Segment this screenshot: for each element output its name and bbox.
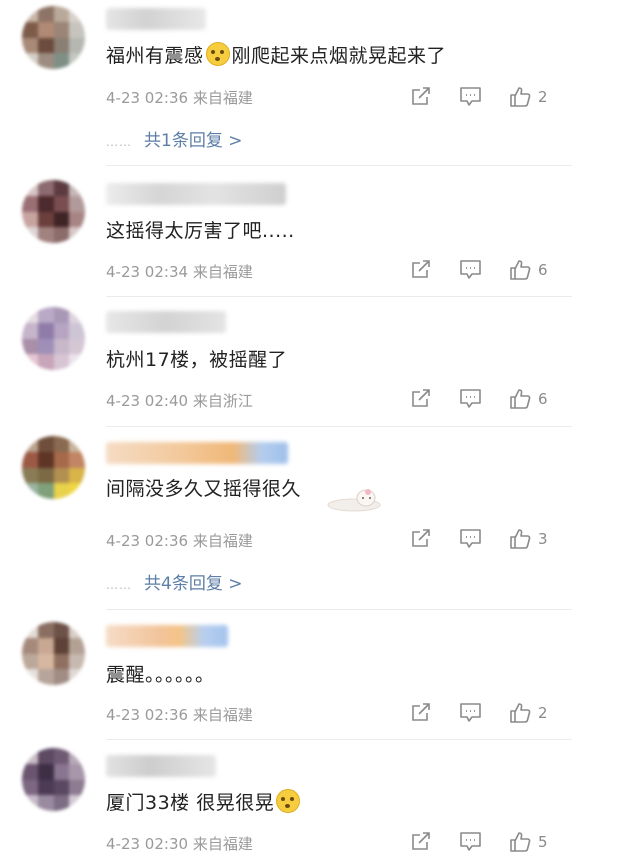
- comment-text: 这摇得太厉害了吧.....: [106, 220, 295, 242]
- repost-icon: [412, 87, 430, 105]
- avatar[interactable]: [22, 748, 85, 811]
- comment-button[interactable]: [459, 701, 482, 723]
- repost-button[interactable]: [410, 387, 432, 409]
- like-count: 6: [538, 261, 548, 279]
- comment-button[interactable]: [459, 387, 482, 409]
- username[interactable]: [106, 8, 206, 30]
- comment-button[interactable]: [459, 85, 482, 107]
- comment-meta: 4-23 02:30 来自福建: [106, 833, 253, 854]
- comment-date: 4-23 02:36: [106, 706, 189, 724]
- username[interactable]: [106, 625, 228, 647]
- comment-actions: 3: [410, 527, 570, 551]
- comment-location: 来自福建: [192, 263, 253, 281]
- comment-meta: 4-23 02:40 来自浙江: [106, 390, 253, 411]
- comment-meta: 4-23 02:36 来自福建: [106, 704, 253, 725]
- repost-icon: [412, 389, 430, 407]
- repost-icon: [412, 703, 430, 721]
- thumbs-up-icon: [510, 389, 531, 409]
- comment-location: 来自福建: [192, 532, 253, 550]
- view-replies-link[interactable]: …… 共4条回复 >: [106, 569, 242, 594]
- divider: [106, 296, 572, 297]
- comment-date: 4-23 02:36: [106, 532, 189, 550]
- comment-location: 来自福建: [192, 835, 253, 853]
- replies-label: 共1条回复 >: [144, 131, 243, 151]
- avatar[interactable]: [22, 180, 85, 243]
- username[interactable]: [106, 311, 226, 333]
- like-button[interactable]: 2: [508, 85, 548, 109]
- replies-label: 共4条回复 >: [144, 574, 243, 594]
- like-count: 3: [538, 530, 548, 548]
- username[interactable]: [106, 183, 286, 205]
- comment-actions: 2: [410, 701, 570, 725]
- avatar[interactable]: [22, 622, 85, 685]
- comment-actions: 2: [410, 85, 570, 109]
- comment-text: 震醒。。。。。。: [106, 664, 215, 686]
- face-with-open-mouth-emoji: [205, 42, 230, 66]
- divider: [106, 609, 572, 610]
- repost-icon: [412, 260, 430, 278]
- comment-meta: 4-23 02:34 来自福建: [106, 261, 253, 282]
- thumbs-up-icon: [510, 260, 531, 280]
- comment-date: 4-23 02:40: [106, 392, 189, 410]
- comment-button[interactable]: [459, 830, 482, 852]
- sticker-image: [327, 489, 381, 512]
- comment-actions: 5: [410, 830, 570, 854]
- comment-button[interactable]: [459, 258, 482, 280]
- repost-button[interactable]: [410, 85, 432, 107]
- avatar[interactable]: [22, 307, 85, 370]
- comment-icon: [460, 832, 481, 851]
- comment-date: 4-23 02:34: [106, 263, 189, 281]
- comment-text: 厦门33楼 很晃很晃: [106, 788, 302, 815]
- comment-actions: 6: [410, 387, 570, 411]
- comment-icon: [460, 260, 481, 279]
- divider: [106, 426, 572, 427]
- view-replies-link[interactable]: …… 共1条回复 >: [106, 126, 242, 151]
- comment-location: 来自福建: [192, 706, 253, 724]
- comment-icon: [460, 703, 481, 722]
- avatar[interactable]: [22, 436, 85, 499]
- reply-dots: ……: [106, 135, 132, 149]
- divider: [106, 739, 572, 740]
- thumbs-up-icon: [510, 529, 531, 549]
- like-button[interactable]: 6: [508, 258, 548, 282]
- repost-button[interactable]: [410, 527, 432, 549]
- repost-button[interactable]: [410, 830, 432, 852]
- comment-date: 4-23 02:30: [106, 835, 189, 853]
- dizzy-face-emoji: [276, 789, 301, 813]
- comment-text: 间隔没多久又摇得很久: [106, 478, 302, 500]
- comment-actions: 6: [410, 258, 570, 282]
- repost-button[interactable]: [410, 701, 432, 723]
- avatar[interactable]: [22, 6, 85, 69]
- comment-location: 来自福建: [192, 89, 253, 107]
- like-count: 2: [538, 704, 548, 722]
- comment-icon: [460, 529, 481, 548]
- comment-text: 杭州17楼，被摇醒了: [106, 349, 288, 371]
- thumbs-up-icon: [510, 832, 531, 852]
- comment-meta: 4-23 02:36 来自福建: [106, 530, 253, 551]
- repost-button[interactable]: [410, 258, 432, 280]
- repost-icon: [412, 529, 430, 547]
- thumbs-up-icon: [510, 87, 531, 107]
- username[interactable]: [106, 442, 288, 464]
- thumbs-up-icon: [510, 703, 531, 723]
- like-count: 6: [538, 390, 548, 408]
- comment-date: 4-23 02:36: [106, 89, 189, 107]
- like-button[interactable]: 2: [508, 701, 548, 725]
- comment-text: 福州有震感 刚爬起来点烟就晃起来了: [106, 41, 446, 68]
- divider: [106, 165, 572, 166]
- like-button[interactable]: 3: [508, 527, 548, 551]
- comment-icon: [460, 87, 481, 106]
- reply-dots: ……: [106, 578, 132, 592]
- like-count: 5: [538, 833, 548, 851]
- like-count: 2: [538, 88, 548, 106]
- comment-button[interactable]: [459, 527, 482, 549]
- like-button[interactable]: 5: [508, 830, 548, 854]
- username[interactable]: [106, 755, 216, 777]
- like-button[interactable]: 6: [508, 387, 548, 411]
- repost-icon: [412, 832, 430, 850]
- comment-meta: 4-23 02:36 来自福建: [106, 87, 253, 108]
- comment-location: 来自浙江: [192, 392, 253, 410]
- comment-icon: [460, 389, 481, 408]
